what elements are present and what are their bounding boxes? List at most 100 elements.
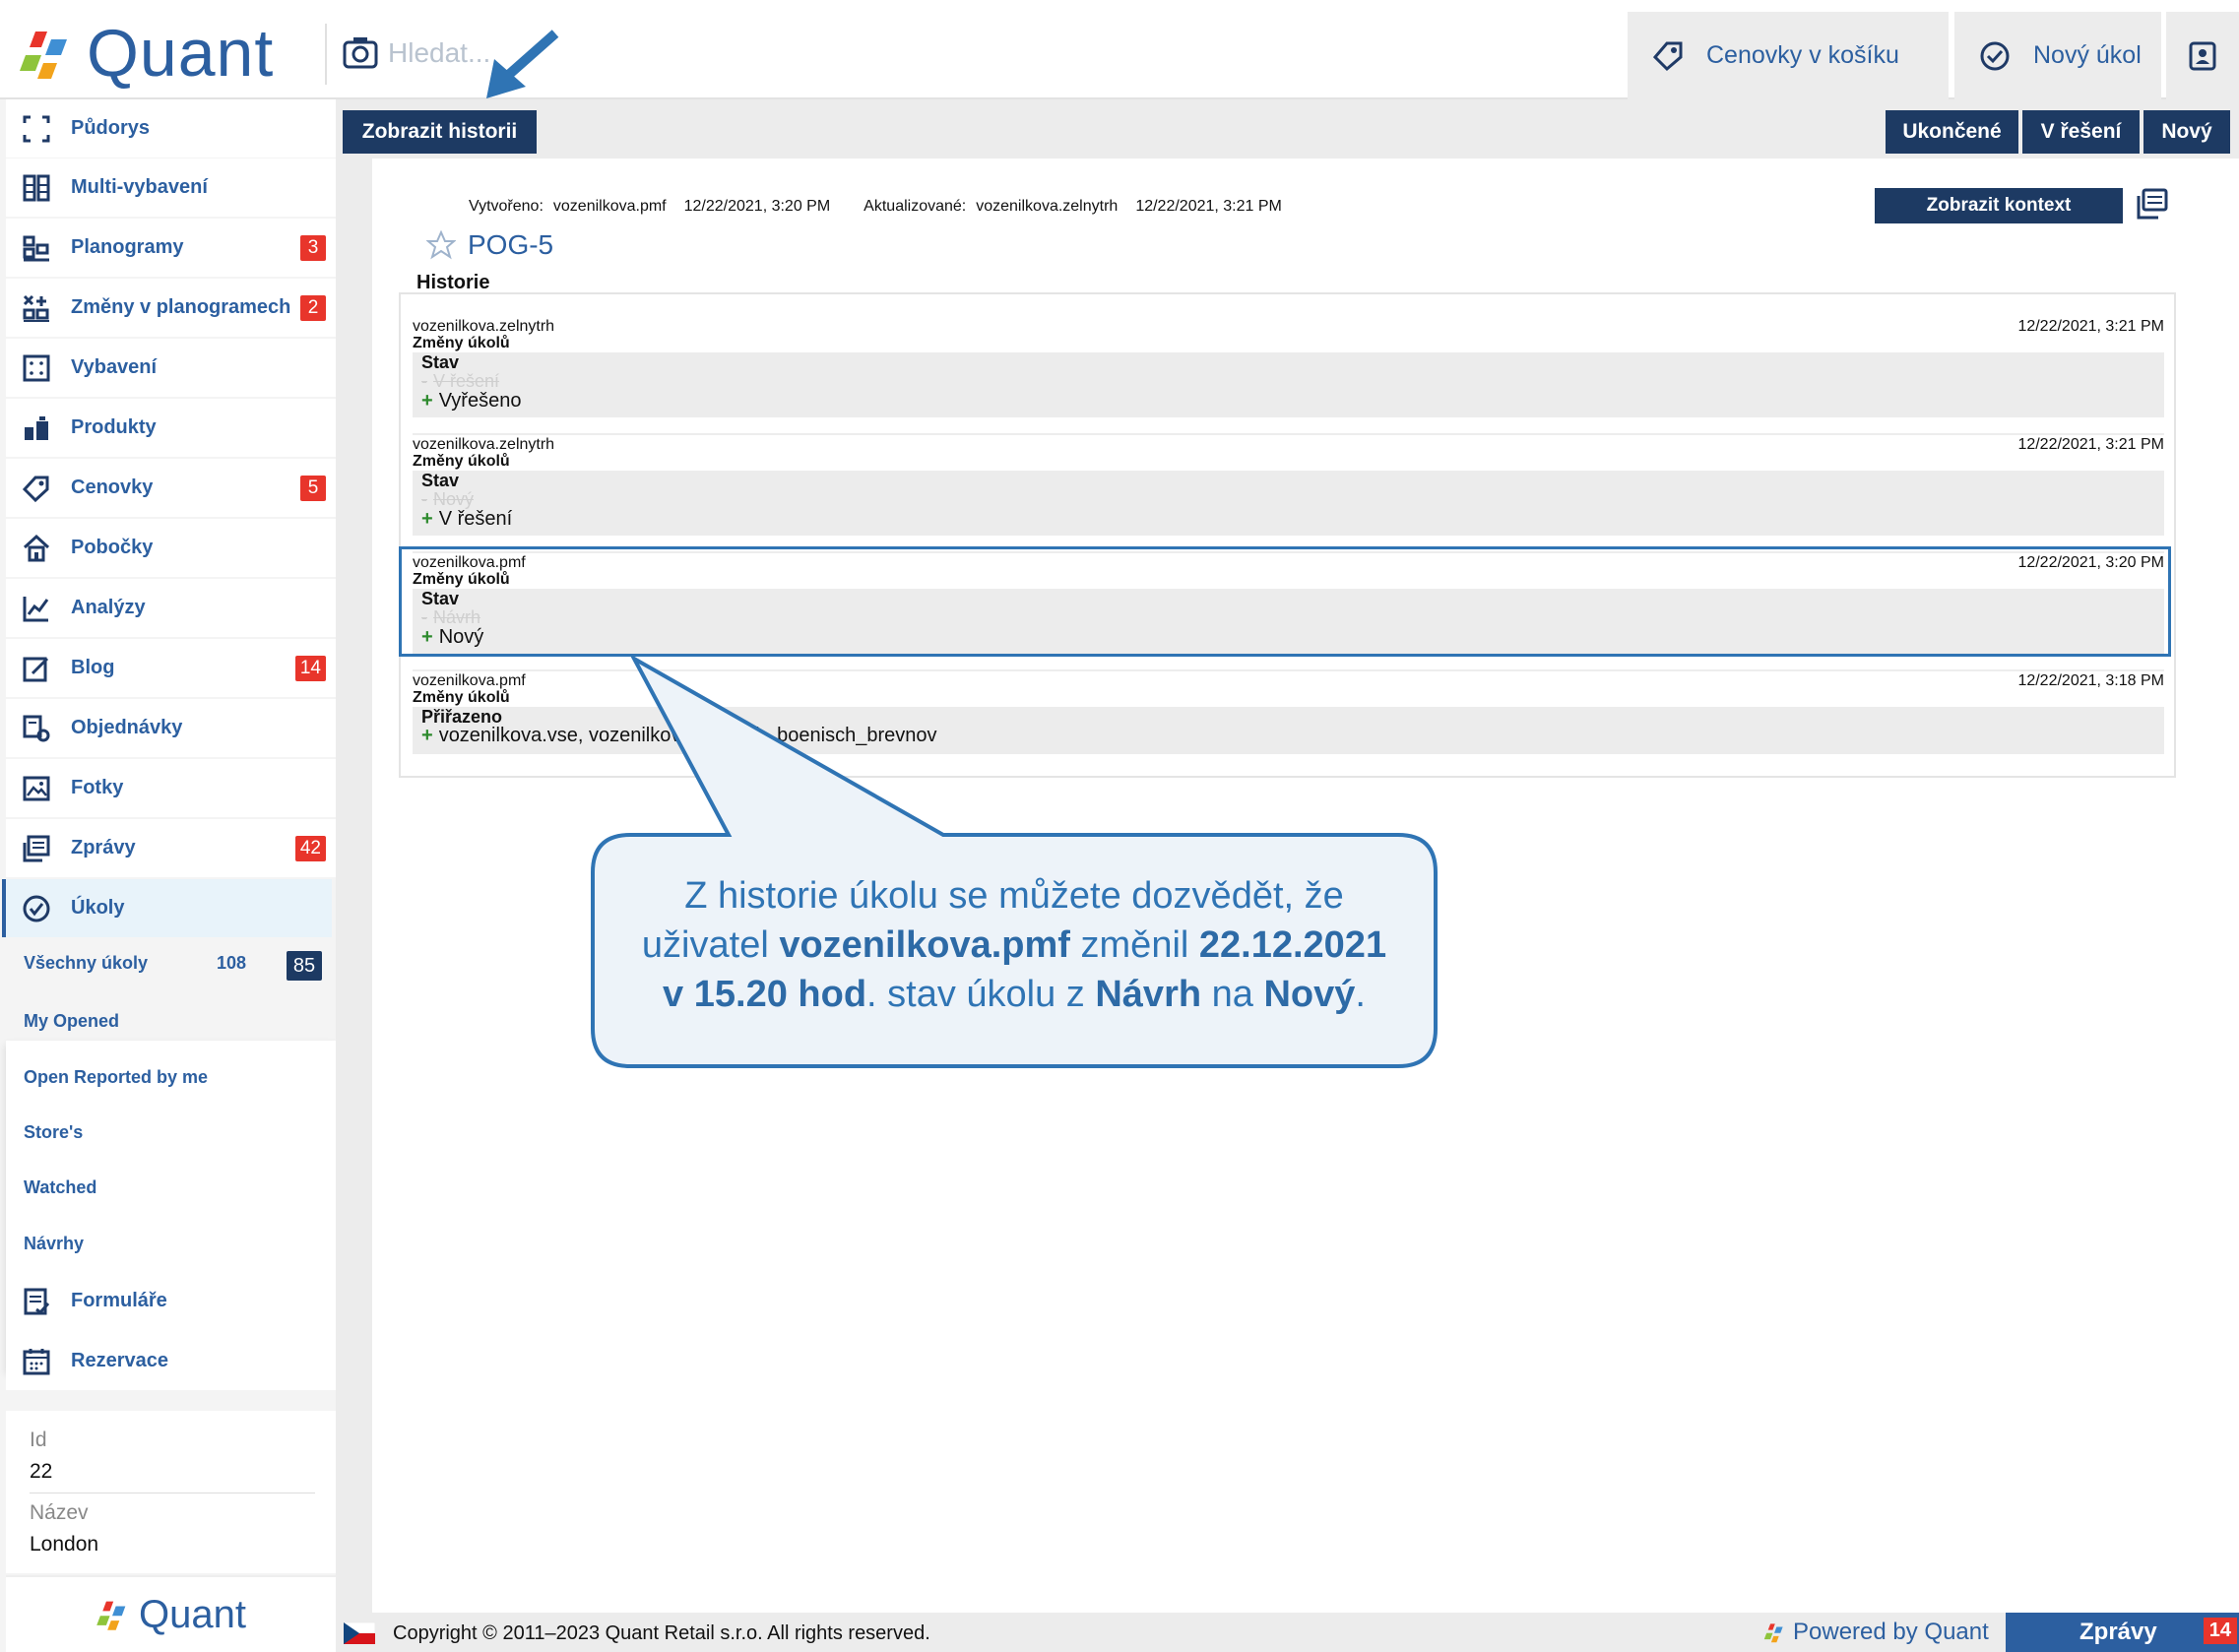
sidebar-item-label: Planogramy: [71, 236, 184, 258]
callout-part: . stav úkolu z: [866, 974, 1096, 1015]
sub-item-all-tasks[interactable]: Všechny úkoly 108: [24, 953, 329, 974]
sub-item-navrhy[interactable]: Návrhy: [24, 1234, 84, 1254]
comments-icon[interactable]: [2135, 186, 2170, 222]
sidebar-item-label: Vybavení: [71, 356, 158, 378]
blog-icon: [23, 657, 49, 681]
check-circle-icon: [1980, 41, 2010, 70]
callout-new-status: Nový: [1263, 974, 1356, 1015]
status-new-button[interactable]: Nový: [2143, 110, 2230, 154]
updated-by: vozenilkova.zelnytrh: [976, 198, 1119, 215]
orders-icon: [23, 715, 50, 741]
store-icon: [23, 534, 50, 561]
created-by: vozenilkova.pmf: [552, 198, 667, 215]
czech-flag-icon[interactable]: [344, 1622, 375, 1644]
messages-tab[interactable]: Zprávy 14: [2006, 1613, 2239, 1652]
powered-by-link[interactable]: Powered by Quant: [1763, 1619, 1989, 1646]
arrow-icon: [486, 30, 559, 98]
id-label: Id: [30, 1429, 47, 1451]
sidebar-item-vybaveni[interactable]: Vybavení: [6, 339, 336, 397]
planogram-icon: [23, 235, 49, 261]
sidebar-item-planogramy[interactable]: Planogramy 3: [6, 219, 336, 277]
price-tag-icon: [1652, 41, 1683, 71]
updated-at: 12/22/2021, 3:21 PM: [1135, 198, 1282, 215]
entry-user: vozenilkova.pmf: [413, 672, 526, 689]
count-badge: 2: [300, 295, 326, 321]
sidebar-item-fotky[interactable]: Fotky: [6, 759, 336, 817]
star-icon[interactable]: [426, 230, 456, 260]
callout-date: 22.12.2021: [1198, 924, 1387, 966]
messages-tab-label: Zprávy: [2079, 1619, 2157, 1645]
products-icon: [25, 415, 48, 440]
quant-logo[interactable]: Quant: [18, 16, 275, 91]
cart-price-tags-button[interactable]: Cenovky v košíku: [1628, 12, 1949, 99]
sidebar-item-pobocky[interactable]: Pobočky: [6, 519, 336, 577]
sub-item-stores[interactable]: Store's: [24, 1122, 83, 1143]
photo-icon: [23, 776, 50, 800]
sidebar-item-blog[interactable]: Blog 14: [6, 639, 336, 697]
sidebar-item-zpravy[interactable]: Zprávy 42: [6, 819, 336, 877]
new-task-label: Nový úkol: [2033, 41, 2142, 69]
sidebar-item-label: Blog: [71, 657, 115, 678]
sidebar-item-objednavky[interactable]: Objednávky: [6, 699, 336, 757]
entry-user: vozenilkova.zelnytrh: [413, 318, 555, 335]
sub-item-label: Všechny úkoly: [24, 953, 149, 973]
new-value: + Vyřešeno: [421, 390, 522, 412]
sub-item-open-reported-by-me[interactable]: Open Reported by me: [24, 1067, 208, 1088]
id-value: 22: [30, 1460, 53, 1483]
sidebar-item-formulare[interactable]: Formuláře: [6, 1272, 336, 1330]
cart-label: Cenovky v košíku: [1706, 41, 1899, 69]
camera-icon[interactable]: [341, 33, 380, 73]
highlight-frame: [399, 546, 2171, 657]
sidebar-item-multi-vybaveni[interactable]: Multi-vybavení: [6, 159, 336, 217]
footer: Copyright © 2011–2023 Quant Retail s.r.o…: [336, 1613, 2239, 1652]
count-badge: 42: [294, 836, 326, 861]
sidebar-item-label: Formuláře: [71, 1290, 167, 1311]
entry-kind: Změny úkolů: [413, 335, 510, 351]
entry-date: 12/22/2021, 3:21 PM: [2017, 318, 2164, 335]
created-at: 12/22/2021, 3:20 PM: [683, 198, 831, 215]
sidebar-item-label: Úkoly: [71, 897, 125, 919]
status-closed-button[interactable]: Ukončené: [1886, 110, 2018, 154]
status-in-progress-button[interactable]: V řešení: [2022, 110, 2140, 154]
count-badge: 3: [300, 235, 326, 261]
old-value-text: Nový: [433, 489, 475, 509]
change-box: Stav -V řešení + Vyřešeno: [413, 352, 2164, 417]
sidebar-item-rezervace[interactable]: Rezervace: [6, 1332, 336, 1390]
task-meta: Vytvořeno: vozenilkova.pmf 12/22/2021, 3:2…: [469, 198, 1292, 216]
history-title: Historie: [416, 272, 490, 293]
old-value-text: V řešení: [433, 371, 500, 391]
sub-item-my-opened[interactable]: My Opened: [24, 1011, 119, 1032]
sidebar-item-label: Produkty: [71, 416, 157, 438]
sidebar-item-zmeny-v-planogramech[interactable]: Změny v planogramech 2: [6, 279, 336, 337]
new-value-text: V řešení: [438, 508, 513, 530]
sidebar-item-label: Změny v planogramech: [71, 296, 291, 318]
callout-part: na: [1201, 974, 1264, 1015]
change-box: Stav - Nový + V řešení: [413, 471, 2164, 536]
callout-user: vozenilkova.pmf: [779, 924, 1070, 966]
new-value-text: Vyřešeno: [438, 390, 522, 412]
total-count: 108: [216, 953, 246, 973]
user-profile-button[interactable]: [2166, 12, 2239, 99]
user-icon: [2189, 41, 2216, 70]
sidebar-item-analyzy[interactable]: Analýzy: [6, 579, 336, 637]
callout-time: v 15.20 hod: [663, 974, 867, 1015]
sidebar-item-ukoly[interactable]: Úkoly: [2, 879, 332, 937]
sidebar-item-label: Pobočky: [71, 537, 154, 558]
powered-by-text: Powered by Quant: [1793, 1619, 1989, 1645]
quant-logo-icon: [96, 1601, 126, 1630]
entry-date: 12/22/2021, 3:21 PM: [2017, 436, 2164, 453]
sidebar-item-label: Půdorys: [71, 117, 151, 139]
calendar-icon: [23, 1348, 50, 1374]
task-id: POG-5: [468, 229, 554, 260]
new-task-button[interactable]: Nový úkol: [1954, 12, 2161, 99]
quant-logo-icon: [1763, 1623, 1783, 1643]
show-history-button[interactable]: Zobrazit historii: [343, 110, 537, 154]
sidebar-item-pudorys[interactable]: Půdorys: [6, 99, 336, 158]
old-value: - Nový: [421, 489, 475, 509]
created-label: Vytvořeno:: [469, 198, 544, 215]
show-context-button[interactable]: Zobrazit kontext: [1875, 188, 2123, 223]
logo-text: Quant: [87, 16, 275, 91]
sidebar-item-cenovky[interactable]: Cenovky 5: [6, 459, 336, 517]
sidebar-item-produkty[interactable]: Produkty: [6, 399, 336, 457]
sub-item-watched[interactable]: Watched: [24, 1177, 96, 1198]
